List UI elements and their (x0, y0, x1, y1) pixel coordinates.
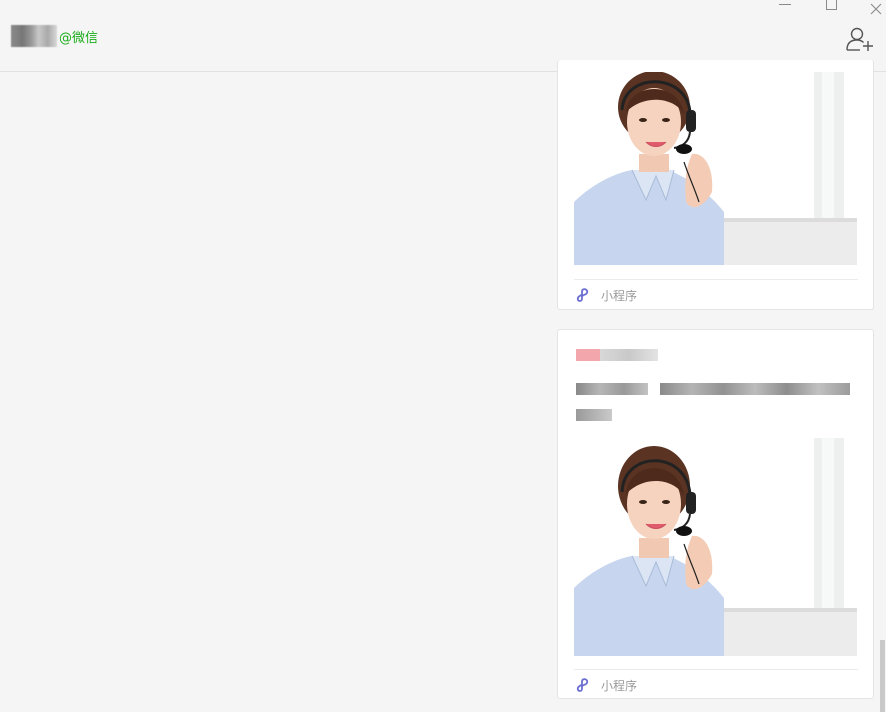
mini-program-card[interactable]: 小程序 (557, 329, 874, 699)
mini-program-card[interactable]: 小程序 (557, 60, 874, 310)
mini-program-icon (576, 288, 589, 302)
wechat-tag: @微信 (59, 30, 99, 46)
customer-service-agent-photo (574, 72, 857, 265)
mini-program-icon (576, 678, 589, 692)
redacted-title-line-2 (576, 409, 612, 421)
minimize-icon[interactable] (778, 0, 792, 12)
chat-title: @微信 (11, 24, 98, 48)
maximize-icon[interactable] (824, 0, 838, 12)
add-member-icon[interactable] (845, 26, 875, 52)
scrollbar[interactable] (880, 640, 885, 712)
mini-program-footer: 小程序 (574, 279, 858, 310)
redacted-title (576, 383, 850, 395)
redacted-name (11, 25, 57, 47)
mini-program-label: 小程序 (601, 678, 638, 693)
close-icon[interactable] (870, 0, 884, 15)
mini-program-footer: 小程序 (574, 669, 858, 700)
mini-program-label: 小程序 (601, 288, 638, 303)
redacted-source (576, 349, 658, 361)
customer-service-agent-photo (574, 438, 857, 656)
